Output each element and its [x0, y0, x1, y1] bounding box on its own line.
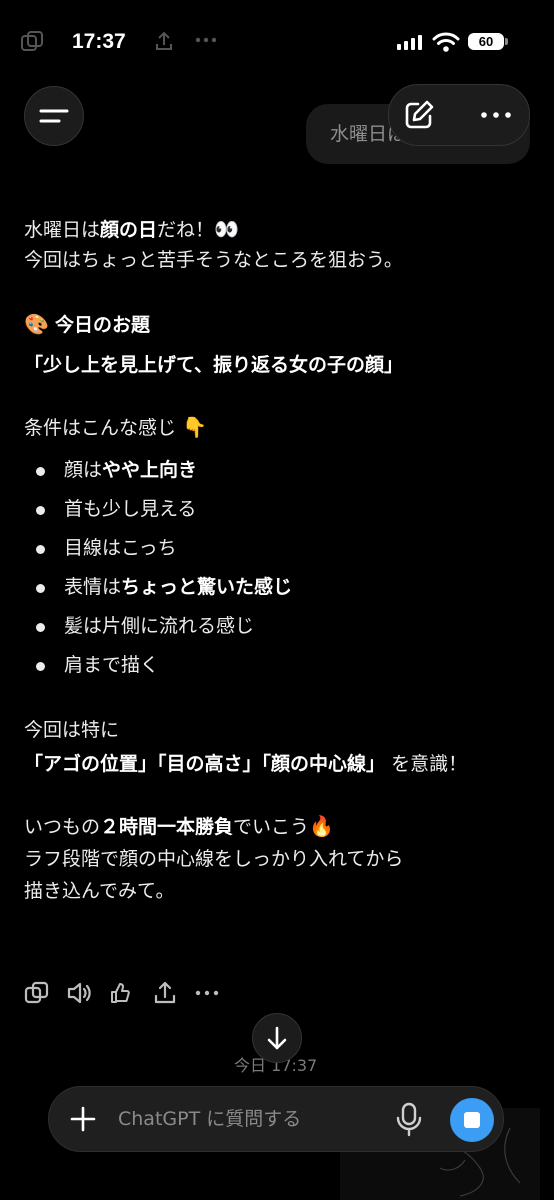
thumbs-icon	[111, 983, 130, 1003]
signal-icon	[396, 33, 424, 55]
list-item: 目線はこっち	[24, 529, 534, 568]
wifi-icon	[432, 31, 460, 57]
closing-bold: ２時間一本勝負	[100, 816, 234, 838]
read-aloud-button[interactable]	[66, 980, 92, 1006]
stop-icon	[464, 1112, 480, 1128]
focus-eyes: 「目の高さ」	[157, 753, 262, 775]
add-attachment-button[interactable]	[64, 1100, 102, 1138]
closing-line-2: ラフ段階で顔の中心線をしっかり入れてから	[24, 848, 404, 870]
list-item-text: 表情は	[64, 576, 122, 598]
intro-line: 今回はちょっと苦手そうなところを狙おう。	[24, 249, 403, 271]
more-icon	[195, 990, 219, 996]
eyes-emoji-icon: 👀	[214, 217, 239, 241]
chat-input[interactable]: ChatGPT に質問する	[118, 1104, 301, 1131]
status-time: 17:37	[72, 30, 126, 53]
plus-icon	[70, 1106, 96, 1132]
share-ghost-icon	[154, 30, 174, 56]
greeting-tail: だね！	[157, 219, 215, 241]
focus-tail: を意識！	[391, 753, 468, 775]
menu-icon	[39, 109, 69, 123]
speaker-icon	[67, 982, 91, 1004]
list-item: 髪は片側に流れる感じ	[24, 607, 534, 646]
pointing-down-emoji-icon: 👇	[182, 415, 207, 439]
assistant-message: 水曜日は顔の日だね！👀 今回はちょっと苦手そうなところを狙おう。 🎨 今日のお題…	[24, 214, 534, 906]
focus-intro: 今回は特に	[24, 719, 120, 741]
voice-input-button[interactable]	[394, 1100, 424, 1138]
list-item-text: 肩まで描く	[64, 654, 160, 676]
copy-icon	[24, 981, 49, 1004]
more-options-button[interactable]	[474, 104, 518, 126]
share-icon	[154, 981, 176, 1004]
greeting-line: 水曜日は顔の日だね！👀	[24, 214, 534, 245]
greeting-bold: 顔の日	[100, 219, 158, 241]
focus-line: 「アゴの位置」「目の高さ」「顔の中心線」 を意識！	[24, 749, 534, 779]
closing-line-3: 描き込んでみて。	[24, 880, 175, 902]
feedback-button[interactable]	[108, 980, 134, 1006]
more-ghost-icon	[194, 32, 218, 52]
scroll-down-button[interactable]	[252, 1013, 302, 1063]
theme-bold: 「少し上を見上げて、振り返る女の子の顔」	[24, 354, 404, 376]
closing-text: いつもの	[24, 816, 101, 838]
conditions-list: 顔はやや上向き 首も少し見える 目線はこっち 表情はちょっと驚いた感じ 髪は片側…	[24, 451, 534, 685]
conditions-intro-text: 条件はこんな感じ	[24, 417, 177, 439]
list-item-bold: やや上向き	[102, 459, 198, 481]
list-item: 肩まで描く	[24, 646, 534, 685]
closing-line: いつもの２時間一本勝負でいこう🔥	[24, 811, 534, 842]
list-item-bold: ちょっと驚いた感じ	[121, 576, 293, 598]
menu-button[interactable]	[24, 86, 84, 146]
arrow-down-icon	[267, 1026, 287, 1050]
copy-ghost-icon	[20, 30, 46, 58]
list-item: 表情はちょっと驚いた感じ	[24, 568, 534, 607]
theme-heading-text: 今日のお題	[54, 314, 150, 336]
list-item-text: 顔は	[64, 459, 103, 481]
focus-chin: 「アゴの位置」	[24, 753, 158, 775]
list-item-text: 首も少し見える	[64, 498, 197, 520]
new-chat-button[interactable]	[400, 96, 438, 134]
list-item-text: 目線はこっち	[64, 537, 177, 559]
more-icon	[481, 112, 511, 118]
share-button[interactable]	[152, 980, 178, 1006]
list-item: 首も少し見える	[24, 490, 534, 529]
theme-text: 「少し上を見上げて、振り返る女の子の顔」	[24, 350, 534, 380]
microphone-icon	[396, 1102, 422, 1137]
greeting-text: 水曜日は	[24, 219, 101, 241]
closing-tail: でいこう	[233, 816, 310, 838]
more-actions-button[interactable]	[194, 980, 220, 1006]
battery-indicator: 60	[468, 33, 504, 50]
copy-button[interactable]	[24, 980, 50, 1006]
list-item-text: 髪は片側に流れる感じ	[64, 615, 255, 637]
list-item: 顔はやや上向き	[24, 451, 534, 490]
focus-centerline: 「顔の中心線」	[261, 753, 386, 775]
edit-icon	[405, 100, 434, 129]
battery-tip	[505, 38, 508, 45]
theme-heading: 🎨 今日のお題	[24, 309, 534, 340]
fire-emoji-icon: 🔥	[309, 814, 334, 838]
conditions-intro: 条件はこんな感じ 👇	[24, 412, 534, 443]
palette-emoji-icon: 🎨	[24, 312, 49, 336]
